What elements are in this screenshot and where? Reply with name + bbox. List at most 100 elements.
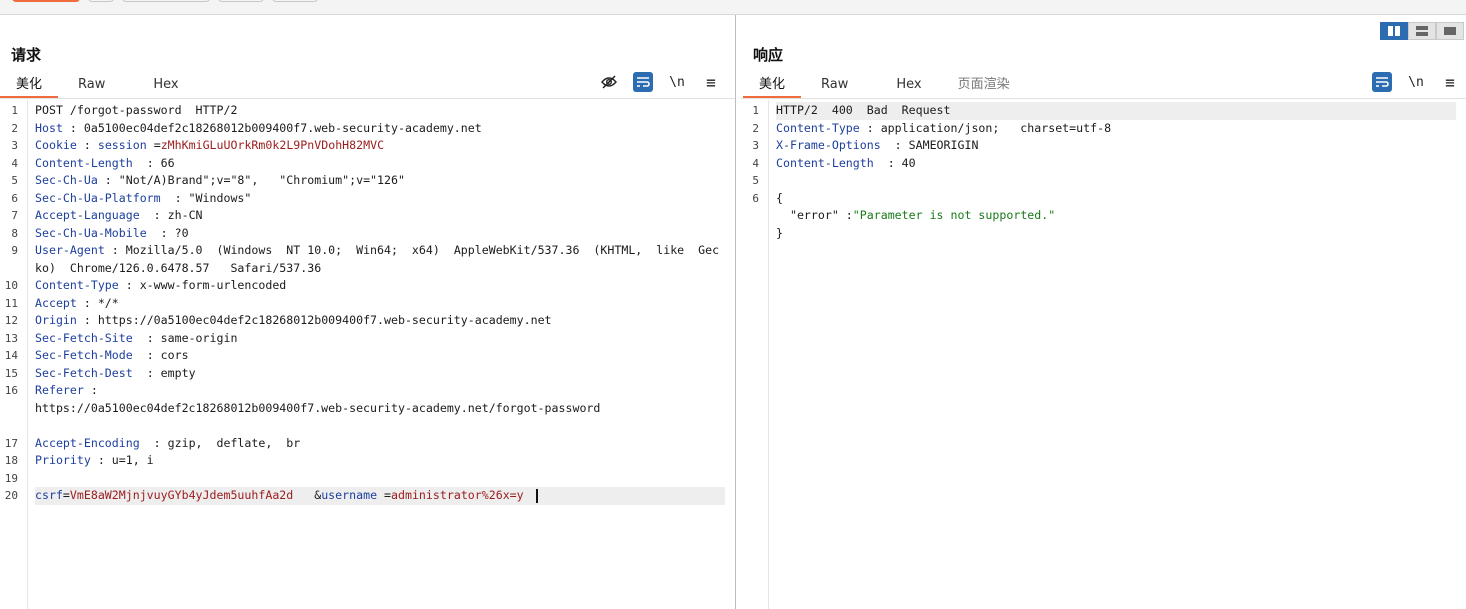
- history-forward-button[interactable]: [218, 0, 264, 2]
- cancel-button[interactable]: [88, 0, 114, 2]
- tab-render[interactable]: 页面渲染: [938, 74, 1026, 98]
- line-content: Origin : https://0a5100ec04def2c18268012…: [35, 312, 725, 330]
- header-key: Sec-Fetch-Mode: [35, 348, 133, 362]
- line-number: 5: [752, 174, 759, 187]
- code-line[interactable]: 5 Sec-Ch-Ua : "Not/A)Brand";v="8", "Chrom…: [0, 172, 735, 190]
- request-lines: 1 POST /forgot-password HTTP/2 2 Host : 0a5…: [0, 102, 735, 505]
- line-number: 15: [4, 366, 18, 380]
- line-content: Sec-Fetch-Dest : empty: [35, 365, 725, 383]
- layout-stacked-button[interactable]: [1408, 22, 1436, 40]
- tab-hex[interactable]: Hex: [121, 74, 194, 98]
- header-key: Accept-Encoding: [35, 435, 140, 450]
- code-line[interactable]: 18 Priority : u=1, i: [0, 452, 735, 470]
- tab-hex[interactable]: Hex: [864, 74, 937, 98]
- line-number: 1: [11, 104, 18, 117]
- tab-pretty[interactable]: 美化: [743, 74, 802, 98]
- code-text: : zh-CN: [139, 208, 203, 222]
- header-key: session: [97, 138, 147, 152]
- code-text: : cors: [132, 348, 189, 362]
- newline-icon[interactable]: \n: [1406, 72, 1426, 92]
- line-number: 1: [752, 104, 759, 117]
- menu-icon[interactable]: ≡: [701, 72, 721, 92]
- code-text: : empty: [132, 365, 196, 380]
- code-line[interactable]: 11 Accept : */*: [0, 295, 735, 313]
- line-number: 8: [11, 226, 18, 240]
- code-line[interactable]: 16 Referer : https://0a5100ec04def2c18268…: [0, 382, 735, 435]
- layout-tabs-button[interactable]: [1436, 22, 1464, 40]
- code-line[interactable]: 19: [0, 470, 735, 488]
- line-number: 3: [11, 139, 18, 152]
- line-content: User-Agent : Mozilla/5.0 (Windows NT 10.…: [35, 242, 725, 277]
- code-line[interactable]: 20 csrf=VmE8aW2MjnjvuyGYb4yJdem5uuhfAa2d …: [0, 487, 735, 505]
- response-title: 响应: [753, 46, 784, 64]
- response-tabs: 美化 Raw Hex 页面渲染: [743, 74, 1026, 98]
- request-editor[interactable]: 1 POST /forgot-password HTTP/2 2 Host : 0a5…: [0, 100, 735, 609]
- newline-icon[interactable]: \n: [667, 72, 687, 92]
- code-line[interactable]: 14 Sec-Fetch-Mode : cors: [0, 347, 735, 365]
- code-line[interactable]: 17 Accept-Encoding : gzip, deflate, br: [0, 435, 735, 453]
- code-text: : u=1, i: [90, 453, 154, 467]
- code-line[interactable]: 6 Sec-Ch-Ua-Platform : "Windows": [0, 190, 735, 208]
- line-number: 20: [4, 489, 18, 502]
- code-text: : 66: [132, 155, 175, 170]
- code-line[interactable]: 8 Sec-Ch-Ua-Mobile : ?0: [0, 225, 735, 243]
- history-next-button[interactable]: [272, 0, 318, 2]
- line-number: 10: [4, 279, 18, 292]
- code-line[interactable]: 6 { "error" :"Parameter is not supported.…: [741, 190, 1466, 243]
- code-text: : 0a5100ec04def2c18268012b009400f7.web-s…: [62, 120, 482, 135]
- code-text: : "Windows": [160, 190, 252, 205]
- line-content: Content-Length : 66: [35, 155, 725, 173]
- code-line[interactable]: 1 HTTP/2 400 Bad Request: [741, 102, 1466, 120]
- code-line[interactable]: 4 Content-Length : 40: [741, 155, 1466, 173]
- header-key: Priority: [35, 453, 91, 467]
- code-line[interactable]: 9 User-Agent : Mozilla/5.0 (Windows NT 10…: [0, 242, 735, 277]
- wrap-icon[interactable]: [633, 72, 653, 92]
- tab-pretty[interactable]: 美化: [0, 74, 59, 98]
- code-line[interactable]: 7 Accept-Language : zh-CN: [0, 207, 735, 225]
- header-key: Content-Type: [776, 120, 860, 135]
- line-number: 18: [4, 454, 18, 467]
- line-number: 13: [4, 331, 18, 345]
- eye-slash-icon[interactable]: [599, 72, 619, 92]
- code-line[interactable]: 3 Cookie : session =zMhKmiGLuUOrkRm0k2L9P…: [0, 137, 735, 155]
- tab-raw[interactable]: Raw: [58, 74, 121, 98]
- text-cursor: [535, 488, 538, 503]
- line-number: 11: [4, 296, 18, 310]
- layout-side-by-side-button[interactable]: [1380, 22, 1408, 40]
- code-line[interactable]: 13 Sec-Fetch-Site : same-origin: [0, 330, 735, 348]
- code-line[interactable]: 15 Sec-Fetch-Dest : empty: [0, 365, 735, 383]
- code-text: =: [377, 488, 392, 502]
- code-text: : x-www-form-urlencoded: [118, 278, 287, 292]
- code-line[interactable]: 1 POST /forgot-password HTTP/2: [0, 102, 735, 120]
- code-line[interactable]: 3 X-Frame-Options : SAMEORIGIN: [741, 137, 1466, 155]
- line-content: Sec-Fetch-Site : same-origin: [35, 330, 725, 348]
- code-text: : "Not/A)Brand";v="8", "Chromium";v="126…: [97, 173, 405, 187]
- line-content: Referer : https://0a5100ec04def2c1826801…: [35, 382, 725, 417]
- line-content: X-Frame-Options : SAMEORIGIN: [776, 137, 1456, 155]
- code-line[interactable]: 4 Content-Length : 66: [0, 155, 735, 173]
- code-line[interactable]: 2 Host : 0a5100ec04def2c18268012b009400f7…: [0, 120, 735, 138]
- send-button[interactable]: [12, 0, 80, 2]
- code-line[interactable]: 10 Content-Type : x-www-form-urlencoded: [0, 277, 735, 295]
- code-line[interactable]: 5: [741, 172, 1466, 190]
- code-line[interactable]: 12 Origin : https://0a5100ec04def2c182680…: [0, 312, 735, 330]
- header-key: Referer: [35, 383, 84, 397]
- code-text: : SAMEORIGIN: [880, 138, 979, 152]
- header-key: Sec-Fetch-Dest: [35, 365, 133, 380]
- line-content: Sec-Ch-Ua : "Not/A)Brand";v="8", "Chromi…: [35, 172, 725, 190]
- header-key: Host: [35, 120, 63, 135]
- code-text: : https://0a5100ec04def2c18268012b009400…: [35, 383, 601, 415]
- response-editor[interactable]: 1 HTTP/2 400 Bad Request 2 Content-Type : a…: [741, 100, 1466, 609]
- header-key: Content-Length: [35, 155, 133, 170]
- request-title: 请求: [11, 46, 42, 64]
- request-pane: 请求 美化 Raw Hex \n ≡ 1 POST /forgot-passwor…: [0, 15, 736, 609]
- menu-icon[interactable]: ≡: [1440, 72, 1460, 92]
- code-line[interactable]: 2 Content-Type : application/json; charse…: [741, 120, 1466, 138]
- response-lines: 1 HTTP/2 400 Bad Request 2 Content-Type : a…: [741, 102, 1466, 242]
- tab-raw[interactable]: Raw: [801, 74, 864, 98]
- code-text: { "error" :: [776, 190, 853, 223]
- wrap-icon[interactable]: [1372, 72, 1392, 92]
- layout-switcher: [1380, 22, 1464, 40]
- response-pane: 响应 美化 Raw Hex 页面渲染 \n ≡ 1 HTTP/2 400 Bad …: [737, 15, 1466, 609]
- history-back-button[interactable]: [122, 0, 210, 2]
